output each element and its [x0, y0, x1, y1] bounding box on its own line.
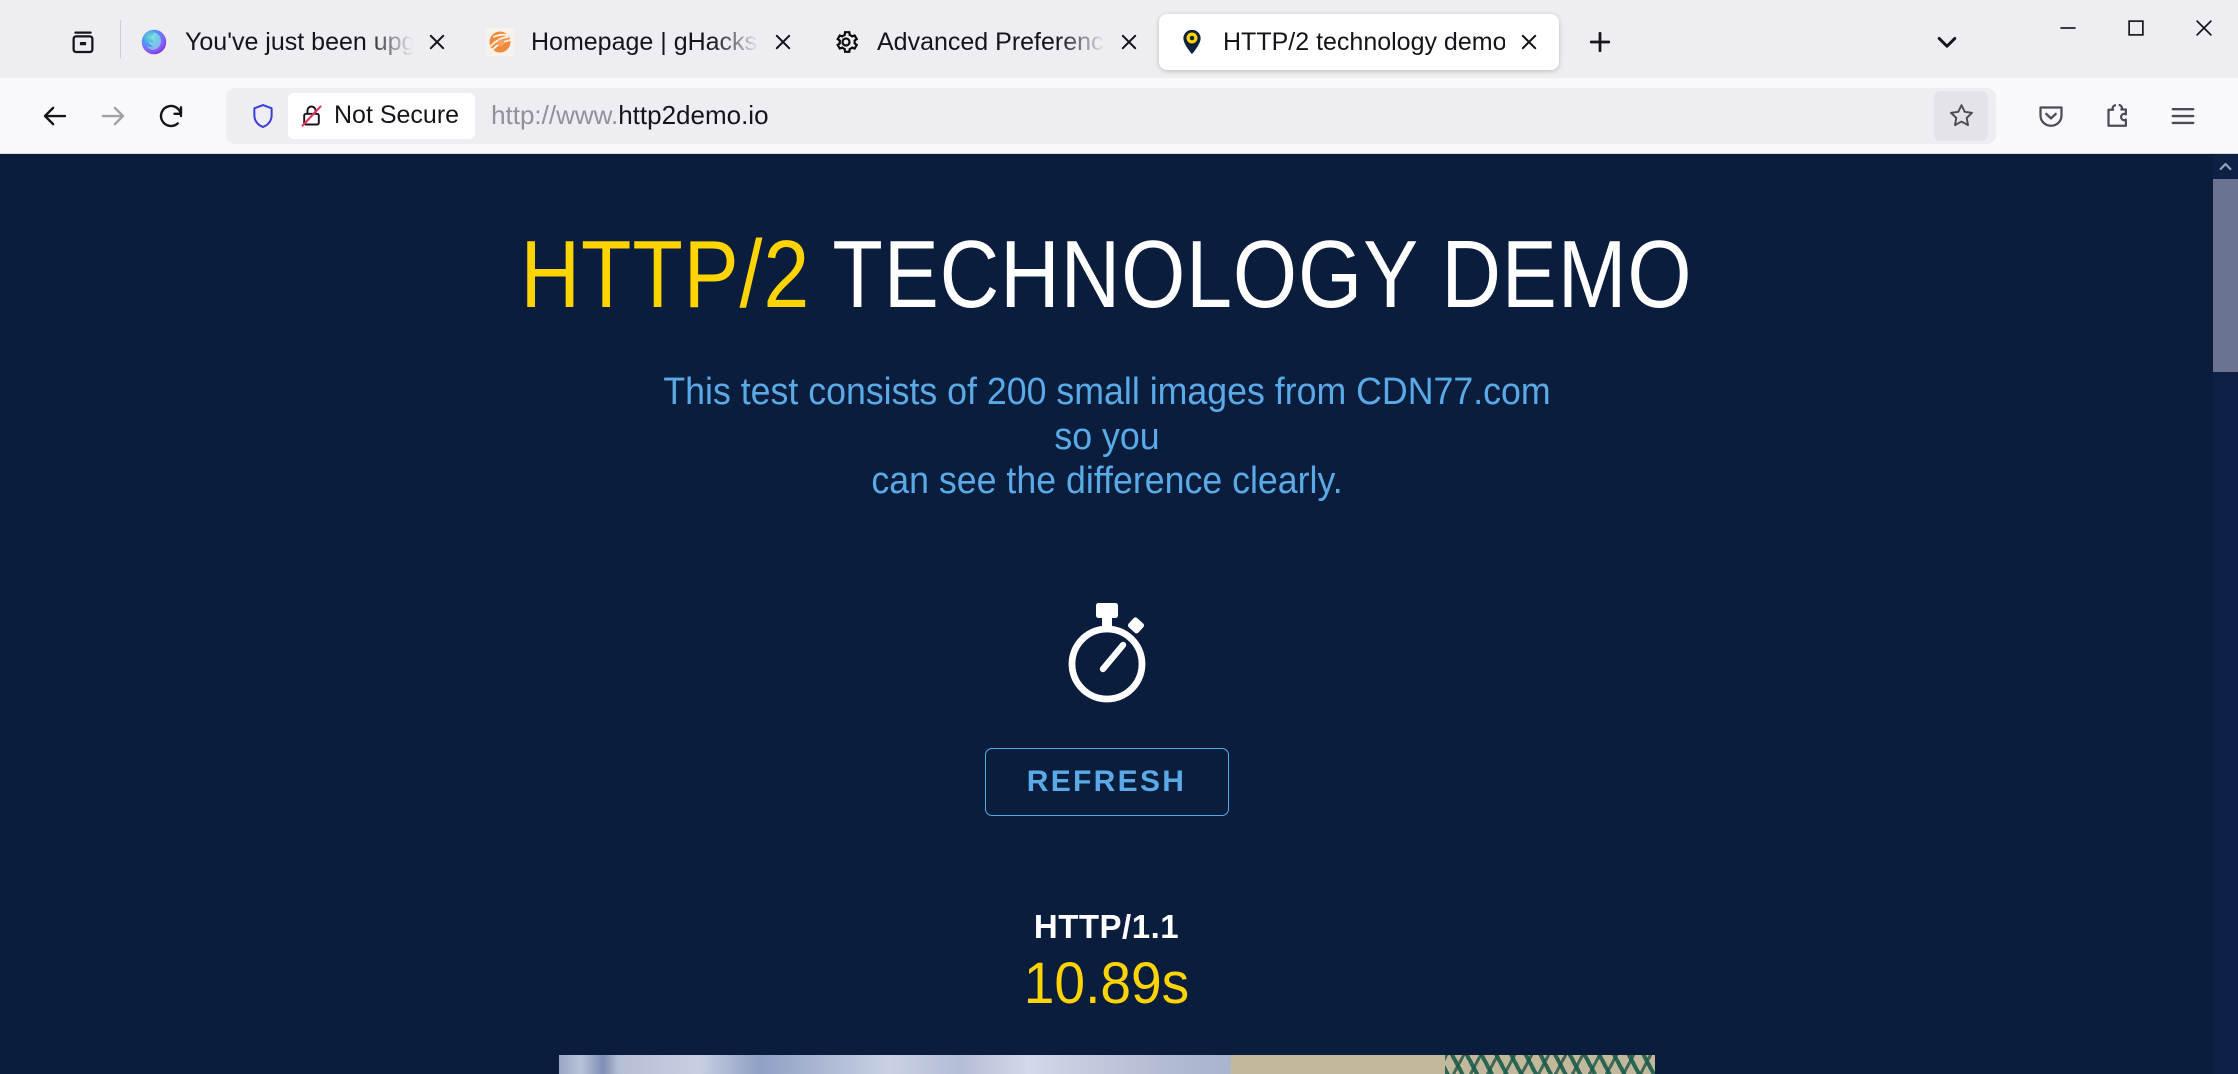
scroll-up-button[interactable] — [2213, 154, 2238, 179]
minimize-button[interactable] — [2034, 0, 2102, 56]
cdn77-pin-icon — [1177, 27, 1207, 57]
tab-title: You've just been upgraded to Firefox — [185, 28, 413, 56]
maximize-button[interactable] — [2102, 0, 2170, 56]
tab-firefox-upgrade[interactable]: You've just been upgraded to Firefox — [121, 14, 467, 70]
star-icon — [1949, 104, 1973, 127]
tab-list: You've just been upgraded to Firefox — [121, 0, 1559, 78]
result-protocol-label: HTTP/1.1 — [1033, 908, 1180, 946]
page-subtitle-line-2: can see the difference clearly. — [870, 460, 1343, 503]
browser-window: You've just been upgraded to Firefox — [0, 0, 2238, 1074]
page-subtitle: This test consists of 200 small images f… — [646, 370, 1567, 504]
page-title: HTTP/2 TECHNOLOGY DEMO — [155, 154, 2058, 326]
url-host: http2demo.io — [618, 100, 769, 130]
page-scrollbar[interactable] — [2213, 154, 2238, 1074]
plus-icon — [1589, 31, 1611, 53]
close-icon — [1521, 34, 1537, 50]
address-bar[interactable]: Not Secure http://www.http2demo.io — [226, 87, 1996, 144]
save-to-pocket-button[interactable] — [2022, 87, 2080, 145]
page-viewport: HTTP/2 TECHNOLOGY DEMO This test consist… — [0, 154, 2238, 1074]
stopwatch-container — [0, 600, 2213, 706]
chevron-up-icon — [2219, 162, 2232, 171]
close-icon — [1121, 34, 1137, 50]
tracking-protection-shield-icon[interactable] — [240, 93, 286, 139]
firefox-view-icon — [72, 31, 94, 54]
bookmark-star-button[interactable] — [1934, 90, 1988, 141]
list-all-tabs-button[interactable] — [1918, 15, 1976, 69]
back-arrow-icon — [43, 106, 67, 125]
close-icon — [2196, 20, 2212, 36]
minimize-icon — [2060, 27, 2076, 29]
page-subtitle-line-1: This test consists of 200 small images f… — [662, 370, 1551, 458]
stopwatch-icon — [1068, 603, 1145, 703]
url-display[interactable]: http://www.http2demo.io — [491, 100, 1934, 131]
tab-title: HTTP/2 technology demo — [1223, 28, 1505, 56]
extensions-button[interactable] — [2088, 87, 2146, 145]
tab-bar: You've just been upgraded to Firefox — [0, 0, 2238, 78]
tab-advanced-preferences[interactable]: Advanced Preferences — [813, 14, 1159, 70]
demo-image-tile — [1230, 1055, 1655, 1074]
reload-button[interactable] — [142, 87, 200, 145]
refresh-button[interactable]: REFRESH — [984, 748, 1229, 817]
tab-close-button[interactable] — [417, 22, 457, 62]
tab-close-button[interactable] — [763, 22, 803, 62]
application-menu-button[interactable] — [2154, 87, 2212, 145]
not-secure-badge[interactable]: Not Secure — [288, 92, 476, 139]
maximize-icon — [2128, 20, 2144, 36]
tab-http2-technology-demo[interactable]: HTTP/2 technology demo — [1159, 14, 1559, 70]
forward-button[interactable] — [84, 87, 142, 145]
tab-ghacks-homepage[interactable]: Homepage | gHacks Technology News — [467, 14, 813, 70]
close-window-button[interactable] — [2170, 0, 2238, 56]
hamburger-menu-icon — [2171, 107, 2195, 124]
navigation-toolbar: Not Secure http://www.http2demo.io — [0, 78, 2238, 154]
tab-title: Homepage | gHacks Technology News — [531, 28, 759, 56]
lock-slash-icon — [301, 105, 322, 127]
chevron-down-icon — [1937, 36, 1957, 48]
page-title-rest: TECHNOLOGY DEMO — [810, 221, 1693, 328]
demo-image-tile — [558, 1055, 1231, 1074]
pocket-icon — [2039, 105, 2063, 127]
gear-icon — [831, 27, 861, 57]
puzzle-piece-icon — [2107, 103, 2127, 127]
ghacks-icon — [485, 27, 515, 57]
firefox-icon — [139, 27, 169, 57]
scrollbar-thumb[interactable] — [2213, 179, 2238, 372]
tab-close-button[interactable] — [1109, 22, 1149, 62]
back-button[interactable] — [26, 87, 84, 145]
close-icon — [429, 34, 445, 50]
result-time-value: 10.89s — [1023, 951, 1190, 1017]
http2-demo-page: HTTP/2 TECHNOLOGY DEMO This test consist… — [0, 154, 2213, 1074]
tab-close-button[interactable] — [1509, 22, 1549, 62]
window-controls — [2034, 0, 2238, 78]
image-grid-strip — [558, 1055, 1655, 1074]
tab-title: Advanced Preferences — [877, 28, 1105, 56]
page-title-highlight: HTTP/2 — [520, 221, 811, 328]
result-block: HTTP/1.1 10.89s — [0, 908, 2213, 1017]
not-secure-label: Not Secure — [334, 101, 460, 129]
close-icon — [775, 34, 791, 50]
scrollbar-track[interactable] — [2213, 179, 2238, 1074]
new-tab-button[interactable] — [1573, 15, 1627, 69]
firefox-view-button[interactable] — [52, 14, 114, 70]
forward-arrow-icon — [101, 106, 125, 125]
url-scheme: http://www. — [491, 100, 619, 130]
reload-icon — [159, 104, 183, 127]
